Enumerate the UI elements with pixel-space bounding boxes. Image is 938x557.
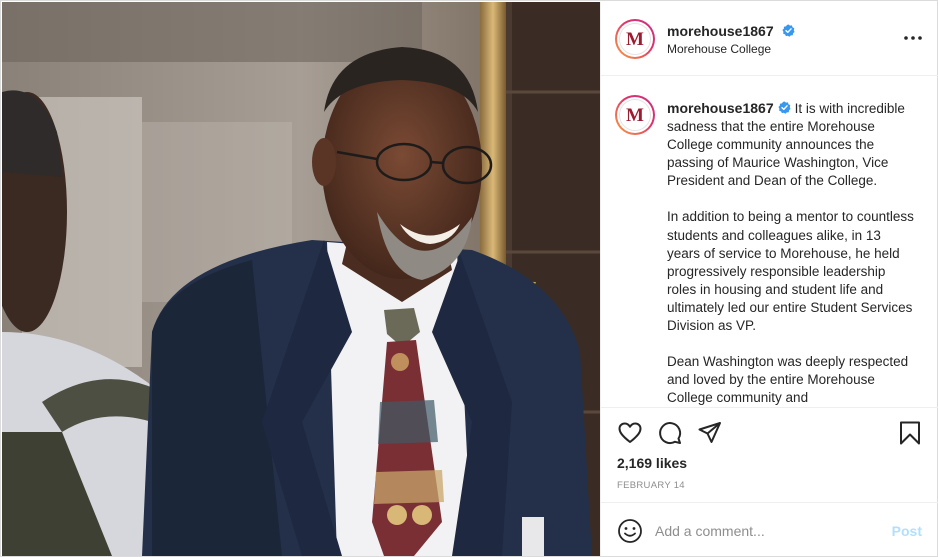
caption-section: M morehouse1867 It is with incredible sa… [601, 77, 938, 407]
heart-icon[interactable] [617, 420, 643, 446]
likes-count[interactable]: 2,169 likes [617, 455, 687, 471]
caption-paragraph: morehouse1867 It is with incredible sadn… [667, 99, 915, 190]
post-photo[interactable] [2, 2, 600, 556]
comment-icon[interactable] [657, 420, 683, 446]
smiley-icon[interactable] [617, 518, 643, 544]
post-date[interactable]: FEBRUARY 14 [617, 480, 685, 491]
avatar[interactable]: M [615, 19, 655, 59]
comment-input[interactable] [655, 517, 875, 545]
post-side-panel: M morehouse1867 Morehouse College M more… [600, 2, 938, 556]
caption-paragraph: Dean Washington was deeply respected and… [667, 354, 909, 406]
caption-paragraph: In addition to being a mentor to countle… [667, 209, 914, 334]
verified-badge-icon [778, 101, 791, 114]
header-username[interactable]: morehouse1867 [667, 23, 774, 39]
share-icon[interactable] [697, 420, 723, 446]
caption-username[interactable]: morehouse1867 [667, 100, 774, 116]
bookmark-icon[interactable] [897, 420, 923, 446]
post-comment-button[interactable]: Post [892, 523, 922, 539]
comment-section: Post [601, 502, 938, 556]
header-username-row: morehouse1867 [667, 23, 795, 41]
caption-avatar[interactable]: M [615, 95, 655, 135]
caption-text: morehouse1867 It is with incredible sadn… [667, 99, 915, 407]
post-header: M morehouse1867 Morehouse College [601, 2, 938, 76]
actions-section: 2,169 likes FEBRUARY 14 [601, 407, 938, 502]
more-horizontal-icon[interactable] [902, 28, 924, 48]
verified-badge-icon [782, 24, 795, 37]
morehouse-logo-icon: M [619, 23, 651, 55]
header-subtitle[interactable]: Morehouse College [667, 42, 771, 56]
instagram-post: M morehouse1867 Morehouse College M more… [0, 0, 938, 557]
morehouse-logo-icon: M [619, 99, 651, 131]
